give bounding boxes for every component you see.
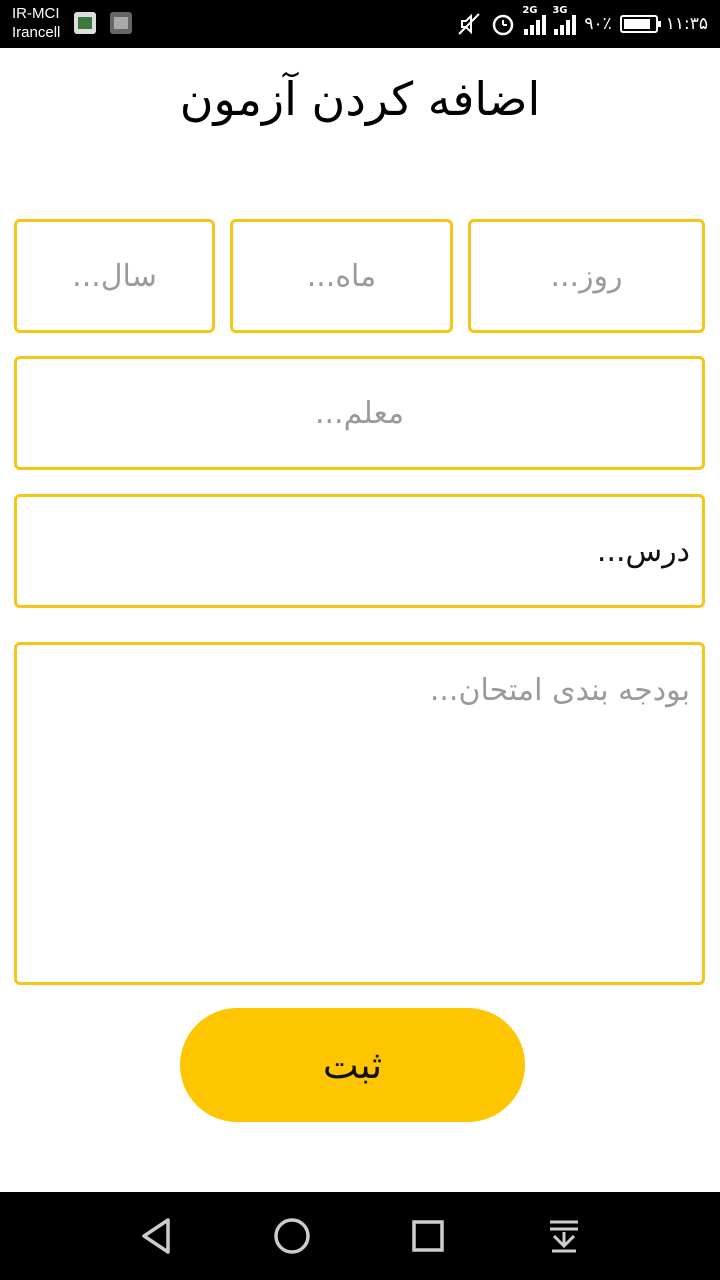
carrier-1: IR-MCI <box>12 5 60 22</box>
clock: ۱۱:۳۵ <box>665 14 708 34</box>
day-field[interactable] <box>468 219 705 333</box>
status-bar: IR-MCI Irancell 2G 3G ۹۰٪ ۱۱:۳۵ <box>0 0 720 48</box>
signal-2g-icon: 2G <box>522 5 547 35</box>
carrier-labels: IR-MCI Irancell <box>12 4 60 42</box>
lesson-field[interactable] <box>14 494 705 608</box>
back-button[interactable] <box>132 1212 180 1260</box>
day-input[interactable] <box>471 222 702 330</box>
lesson-input[interactable] <box>17 497 702 605</box>
month-field[interactable] <box>230 219 453 333</box>
battery-icon <box>619 15 661 33</box>
year-input[interactable] <box>17 222 212 330</box>
mute-icon <box>458 13 481 35</box>
year-field[interactable] <box>14 219 215 333</box>
recents-square-icon <box>412 1220 444 1252</box>
signal-3g-icon: 3G <box>552 5 577 35</box>
teacher-field[interactable] <box>14 356 705 470</box>
exam-budget-field[interactable] <box>14 642 705 985</box>
exam-budget-input[interactable] <box>17 645 702 982</box>
notification-shade-button[interactable] <box>540 1212 588 1260</box>
month-input[interactable] <box>233 222 450 330</box>
status-icons: 2G 3G ۹۰٪ ۱۱:۳۵ <box>456 0 708 48</box>
image-notification-icon <box>110 12 132 34</box>
navigation-bar <box>0 1192 720 1280</box>
alarm-icon <box>493 14 514 36</box>
battery-percent: ۹۰٪ <box>584 14 612 34</box>
notification-shade-icon <box>550 1220 578 1253</box>
recents-button[interactable] <box>404 1212 452 1260</box>
home-button[interactable] <box>268 1212 316 1260</box>
carrier-2: Irancell <box>12 24 61 41</box>
submit-button[interactable]: ثبت <box>180 1008 525 1122</box>
calendar-notification-icon <box>74 12 96 34</box>
back-triangle-icon <box>142 1218 170 1254</box>
page-title: اضافه کردن آزمون <box>179 72 541 126</box>
teacher-input[interactable] <box>17 359 702 467</box>
home-circle-icon <box>274 1218 310 1254</box>
